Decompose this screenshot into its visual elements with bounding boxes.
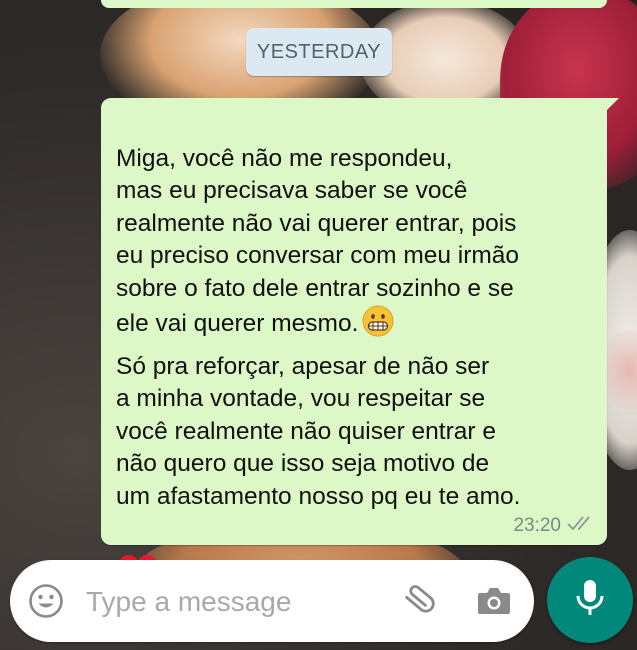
grimacing-face-emoji — [362, 305, 394, 347]
camera-icon[interactable] — [476, 583, 512, 619]
double-check-icon — [567, 514, 595, 537]
message-input[interactable] — [84, 580, 388, 624]
bubble-tail — [605, 98, 619, 112]
previous-message-bubble — [101, 0, 607, 8]
emoji-icon[interactable] — [28, 583, 64, 619]
microphone-icon — [575, 578, 605, 623]
message-meta: 23:20 — [513, 514, 595, 537]
message-paragraph-1: Miga, você não me respondeu, mas eu prec… — [116, 144, 520, 338]
outgoing-message-bubble[interactable]: Miga, você não me respondeu, mas eu prec… — [101, 98, 619, 590]
microphone-button[interactable] — [547, 557, 633, 643]
message-composer — [10, 560, 534, 642]
message-time: 23:20 — [513, 514, 561, 536]
message-paragraph-2: Só pra reforçar, apesar de não ser a min… — [116, 352, 521, 510]
date-divider: YESTERDAY — [246, 28, 392, 76]
message-body: Miga, você não me respondeu, mas eu prec… — [116, 110, 600, 634]
paperclip-icon[interactable] — [398, 581, 438, 621]
